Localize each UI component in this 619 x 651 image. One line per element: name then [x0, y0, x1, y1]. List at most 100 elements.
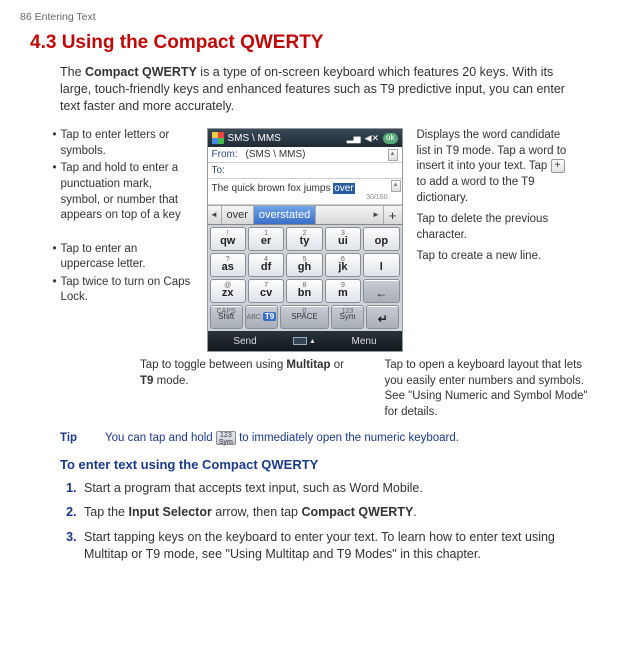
softkey-menu[interactable]: Menu [327, 335, 402, 349]
volume-icon: ◀✕ [365, 132, 379, 144]
softkey-bar: Send ▲ Menu [208, 331, 402, 351]
diagram: Tap to enter letters or symbols. Tap and… [20, 128, 599, 352]
keyboard-icon [293, 337, 307, 345]
start-icon[interactable] [212, 132, 224, 144]
key-bn[interactable]: 8bn [286, 279, 322, 303]
cand-next-icon[interactable]: ► [370, 206, 384, 224]
left-block-1: Tap to enter letters or symbols. Tap and… [53, 128, 193, 223]
key-↵[interactable]: ↵ [366, 305, 399, 329]
editor-text: The quick brown fox jumps [212, 183, 334, 194]
anno-candidates-pre: Displays the word candidate list in T9 m… [417, 129, 567, 172]
anno-tap-letters: Tap to enter letters or symbols. [53, 128, 193, 159]
key-df[interactable]: 4df [248, 253, 284, 277]
anno-candidates-post: to add a word to the T9 dictionary. [417, 176, 535, 204]
key-←[interactable]: ← [363, 279, 399, 303]
anno-capslock: Tap twice to turn on Caps Lock. [53, 275, 193, 306]
intro-pre: The [60, 65, 85, 79]
key-as[interactable]: ?as [210, 253, 246, 277]
key-m[interactable]: 9m [325, 279, 361, 303]
anno-numeric-layout: Tap to open a keyboard layout that lets … [385, 358, 600, 420]
step2-mid: arrow, then tap [212, 505, 302, 519]
key-l[interactable]: l [363, 253, 399, 277]
step2-pre: Tap the [84, 505, 128, 519]
page-header: 86 Entering Text [20, 10, 599, 24]
anno-toggle-pre: Tap to toggle between using [140, 359, 286, 371]
editor-selection: over [333, 183, 354, 194]
titlebar: SMS \ MMS ▂▅ ◀✕ ok [208, 129, 402, 147]
anno-toggle-b2: T9 [140, 375, 153, 387]
tip-label: Tip [60, 431, 77, 447]
char-counter: 30/160 [366, 193, 387, 202]
step-2: Tap the Input Selector arrow, then tap C… [80, 504, 569, 521]
procedure-heading: To enter text using the Compact QWERTY [60, 456, 599, 474]
kbd-row-4: CAPSShiftABC T90SPACE123Sym↵ [210, 305, 400, 329]
anno-delete: Tap to delete the previous character. [417, 212, 567, 243]
message-editor[interactable]: The quick brown fox jumps over 30/160 [208, 179, 402, 205]
below-annotations: Tap to toggle between using Multitap or … [140, 358, 599, 420]
anno-toggle-mid: or [331, 359, 344, 371]
step-3: Start tapping keys on the keyboard to en… [80, 529, 569, 563]
key-er[interactable]: 1er [248, 227, 284, 251]
candidate-bar: ◄ over overstated ► + [208, 205, 402, 225]
key-zx[interactable]: @zx [210, 279, 246, 303]
steps-list: Start a program that accepts text input,… [80, 480, 569, 564]
to-label: To: [212, 164, 242, 178]
key-ui[interactable]: 3ui [325, 227, 361, 251]
key-gh[interactable]: 5gh [286, 253, 322, 277]
right-annotations: Displays the word candidate list in T9 m… [417, 128, 567, 352]
from-row: From: (SMS \ MMS) [208, 147, 402, 163]
kbd-row-3: @zx7cv8bn9m← [210, 279, 400, 303]
tip-pre: You can tap and hold [105, 432, 216, 444]
add-word-button[interactable]: + [384, 206, 402, 224]
anno-candidates: Displays the word candidate list in T9 m… [417, 128, 567, 206]
left-annotations: Tap to enter letters or symbols. Tap and… [53, 128, 193, 352]
softkey-send[interactable]: Send [208, 335, 283, 349]
tip-text: You can tap and hold 123Sym to immediate… [105, 431, 459, 447]
sym-badge-bot: Sym [219, 439, 233, 446]
key-ty[interactable]: 2ty [286, 227, 322, 251]
sym-key-icon: 123Sym [216, 431, 236, 445]
step2-b1: Input Selector [128, 505, 211, 519]
anno-tap-hold: Tap and hold to enter a punctuation mark… [53, 161, 193, 223]
sym-badge-top: 123 [220, 432, 232, 439]
app-title: SMS \ MMS [228, 132, 281, 146]
key-qw[interactable]: !qw [210, 227, 246, 251]
scroll-up-icon[interactable] [388, 149, 398, 161]
sip-selector[interactable]: ▲ [283, 337, 327, 346]
signal-icon: ▂▅ [347, 132, 361, 144]
intro-paragraph: The Compact QWERTY is a type of on-scree… [60, 64, 569, 115]
key-jk[interactable]: 6jk [325, 253, 361, 277]
anno-toggle-mode: Tap to toggle between using Multitap or … [140, 358, 355, 420]
anno-toggle-b1: Multitap [286, 359, 330, 371]
candidate-1[interactable]: over [222, 206, 254, 224]
phone-screenshot: SMS \ MMS ▂▅ ◀✕ ok From: (SMS \ MMS) To:… [207, 128, 403, 352]
kbd-row-1: !qw1er2ty3uiop [210, 227, 400, 251]
step2-b2: Compact QWERTY [301, 505, 413, 519]
key-t9[interactable]: ABC T9 [245, 305, 278, 329]
kbd-row-2: ?as4df5gh6jkl [210, 253, 400, 277]
candidate-2[interactable]: overstated [254, 206, 316, 224]
editor-scroll[interactable] [391, 180, 401, 192]
left-block-2: Tap to enter an uppercase letter. Tap tw… [53, 242, 193, 306]
plus-icon: + [551, 159, 565, 173]
anno-toggle-post: mode. [153, 375, 188, 387]
intro-bold: Compact QWERTY [85, 65, 197, 79]
tip-post: to immediately open the numeric keyboard… [236, 432, 459, 444]
chevron-up-icon: ▲ [309, 337, 316, 346]
section-heading: 4.3 Using the Compact QWERTY [30, 30, 599, 56]
from-label: From: [212, 148, 242, 162]
tip: Tip You can tap and hold 123Sym to immed… [60, 431, 599, 447]
key-space[interactable]: 0SPACE [280, 305, 329, 329]
step-1: Start a program that accepts text input,… [80, 480, 569, 497]
cand-prev-icon[interactable]: ◄ [208, 206, 222, 224]
keyboard: !qw1er2ty3uiop ?as4df5gh6jkl @zx7cv8bn9m… [208, 225, 402, 331]
key-shift[interactable]: CAPSShift [210, 305, 243, 329]
to-row[interactable]: To: [208, 163, 402, 179]
key-sym[interactable]: 123Sym [331, 305, 364, 329]
key-op[interactable]: op [363, 227, 399, 251]
anno-newline: Tap to create a new line. [417, 249, 567, 265]
key-cv[interactable]: 7cv [248, 279, 284, 303]
anno-uppercase: Tap to enter an uppercase letter. [53, 242, 193, 273]
step2-post: . [413, 505, 416, 519]
ok-button[interactable]: ok [383, 133, 397, 144]
